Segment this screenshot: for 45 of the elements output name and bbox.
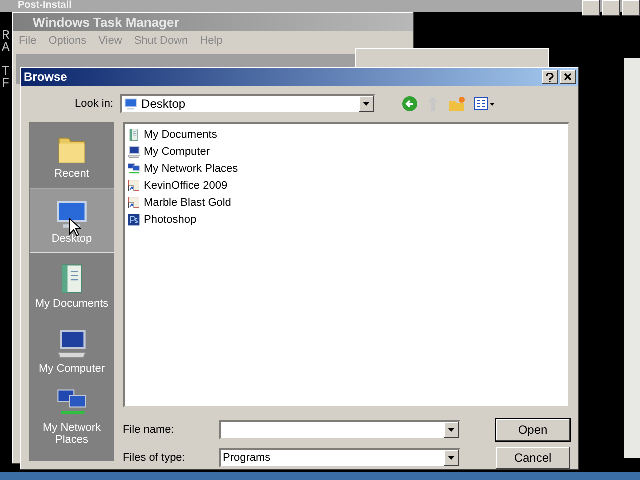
file-list-entry[interactable]: Marble Blast Gold [127, 194, 566, 211]
window-title: Post-Install [18, 0, 72, 12]
file-type-dropdown[interactable]: Programs [219, 448, 461, 468]
close-icon [564, 73, 572, 81]
network-icon [127, 162, 141, 176]
file-type-label: Files of type: [123, 452, 186, 464]
places-item[interactable]: My Computer [30, 318, 114, 383]
close-button[interactable] [560, 70, 576, 84]
file-name-field[interactable] [219, 420, 461, 440]
help-button[interactable] [542, 70, 558, 84]
look-in-label: Look in: [75, 98, 114, 110]
scrollbar[interactable] [624, 58, 640, 458]
look-in-dropdown[interactable]: Desktop [120, 94, 376, 114]
desktop-icon [124, 97, 138, 111]
console-text: A [2, 42, 10, 54]
file-list-entry[interactable]: Photoshop [127, 211, 566, 228]
documents-icon [127, 128, 141, 142]
window-title: Browse [24, 70, 68, 84]
file-list-entry[interactable]: My Computer [127, 143, 566, 160]
dropdown-arrow-icon [448, 428, 455, 432]
cancel-button[interactable]: Cancel [496, 447, 570, 469]
file-name-label: File name: [123, 424, 176, 436]
places-item[interactable]: My Network Places [30, 383, 114, 448]
console-text: R [2, 30, 10, 42]
file-list-entry[interactable]: My Documents [127, 126, 566, 143]
places-item[interactable]: My Documents [30, 253, 114, 318]
view-menu-icon[interactable] [474, 97, 496, 111]
file-list-entry[interactable]: My Network Places [127, 160, 566, 177]
close-button[interactable] [622, 0, 640, 16]
app-icon [127, 212, 141, 226]
back-icon[interactable] [402, 96, 418, 112]
open-button[interactable]: Open [496, 419, 570, 441]
dropdown-arrow-icon [362, 102, 370, 106]
file-list-entry[interactable]: KevinOffice 2009 [127, 177, 566, 194]
console-text: T [2, 66, 10, 78]
shortcut-icon [127, 196, 141, 210]
computer-icon [127, 144, 141, 158]
restore-button[interactable] [602, 0, 620, 16]
console-text: F [2, 78, 10, 90]
window-title: Windows Task Manager [33, 14, 180, 30]
question-mark-icon [546, 72, 554, 82]
minimize-button[interactable] [582, 0, 600, 16]
dropdown-arrow-icon [448, 456, 455, 460]
places-item[interactable]: Recent [30, 123, 114, 188]
shortcut-icon [127, 178, 141, 192]
